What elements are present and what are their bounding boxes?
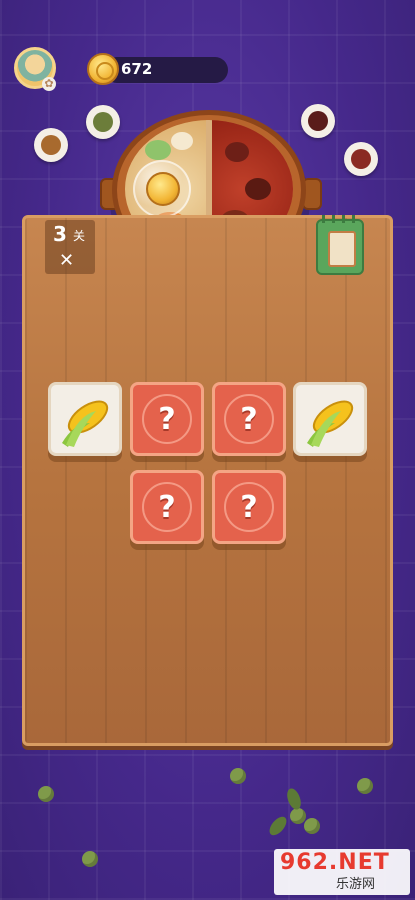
question-mark: ? — [240, 490, 258, 525]
level-unit: 关 — [73, 229, 86, 243]
level-number: 3 — [53, 222, 67, 246]
corn-icon — [307, 400, 354, 447]
coin-count: 672 — [121, 60, 153, 78]
question-mark: ? — [158, 490, 176, 525]
question-mark: ? — [240, 402, 258, 437]
sauce-bowl — [344, 142, 378, 176]
game-board — [22, 215, 393, 746]
coin-icon — [146, 172, 180, 206]
cards-icon[interactable] — [316, 215, 364, 275]
sauce-bowl — [301, 104, 335, 138]
tile-revealed[interactable] — [293, 382, 367, 456]
tile-hidden[interactable]: ? — [212, 470, 286, 544]
pea-decoration — [290, 808, 306, 824]
pea-decoration — [357, 778, 373, 794]
pea-decoration — [82, 851, 98, 867]
tile-hidden[interactable]: ? — [212, 382, 286, 456]
pea-decoration — [304, 818, 320, 834]
coin-icon — [87, 53, 119, 85]
tile-hidden[interactable]: ? — [130, 382, 204, 456]
cutlery-icon: ✕ — [59, 250, 75, 271]
tile-revealed[interactable] — [48, 382, 122, 456]
tile-hidden[interactable]: ? — [130, 470, 204, 544]
sauce-bowl — [34, 128, 68, 162]
pea-decoration — [230, 768, 246, 784]
watermark-text: 962.NET — [280, 850, 390, 875]
question-mark: ? — [158, 402, 176, 437]
gear-icon[interactable]: ✿ — [42, 77, 56, 91]
watermark-subtext: 乐游网 — [336, 877, 376, 892]
corn-icon — [62, 400, 109, 447]
pea-decoration — [38, 786, 54, 802]
sauce-bowl — [86, 105, 120, 139]
